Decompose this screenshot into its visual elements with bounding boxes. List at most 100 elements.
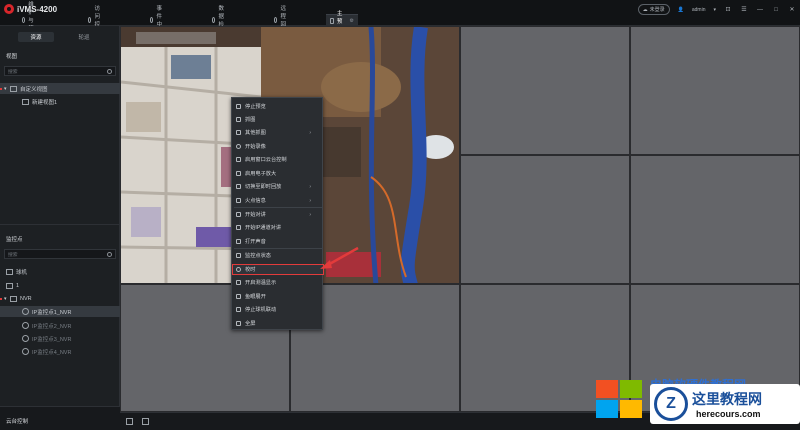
tree-item-group-1[interactable]: 1 bbox=[0, 280, 120, 291]
ptz-control-panel[interactable]: 云台控制 bbox=[0, 406, 120, 430]
thermometer-icon bbox=[236, 280, 241, 285]
folder-icon bbox=[10, 295, 17, 302]
menu-instant-playback[interactable]: 切换至即时回放 › bbox=[232, 181, 324, 192]
menu-window-ptz[interactable]: 启用窗口云台控制 bbox=[232, 154, 324, 165]
tree-item-ip-camera-4[interactable]: IP监控点4_NVR bbox=[0, 346, 120, 357]
cloud-icon: ☁ bbox=[642, 6, 648, 13]
menu-start-recording[interactable]: 开始录像 bbox=[232, 141, 324, 152]
fisheye-icon bbox=[236, 294, 241, 299]
video-window-empty[interactable] bbox=[460, 155, 630, 284]
bell-icon bbox=[150, 17, 154, 23]
tab-data-search[interactable]: 数据检索 bbox=[212, 6, 227, 36]
camera-icon bbox=[22, 308, 29, 315]
door-icon bbox=[88, 17, 92, 23]
camera-icon bbox=[22, 335, 29, 342]
stop-icon bbox=[236, 104, 241, 109]
video-window-empty[interactable] bbox=[460, 26, 630, 155]
tab-access-control[interactable]: 访问控制 bbox=[88, 6, 103, 36]
menu-other-capture[interactable]: 其他抓图 › bbox=[232, 127, 324, 138]
ptz-control-title: 云台控制 bbox=[6, 419, 29, 425]
tree-item-ip-camera-1[interactable]: IP监控点1_NVR bbox=[0, 306, 120, 317]
save-icon[interactable] bbox=[142, 418, 149, 425]
hikvision-logo-icon bbox=[4, 4, 14, 14]
minimize-icon[interactable]: — bbox=[756, 7, 764, 13]
top-bar: iVMS-4200 维护与管理 访问控制 事件中心 数据检索 远程回放 主预览 … bbox=[0, 0, 800, 40]
clock-icon bbox=[236, 267, 241, 272]
playback-icon bbox=[274, 17, 278, 23]
menu-ip-channel-talk[interactable]: 开始IP通道对讲 bbox=[232, 222, 324, 233]
menu-fisheye-expand[interactable]: 鱼眼展开 bbox=[232, 291, 324, 302]
tab-patrol[interactable]: 轮巡 bbox=[66, 32, 102, 42]
tab-event-center[interactable]: 事件中心 bbox=[150, 6, 165, 36]
menu-time-sync[interactable]: 校时 bbox=[232, 264, 324, 275]
ptz-icon bbox=[236, 157, 241, 162]
user-icon: 👤 bbox=[677, 6, 684, 13]
speaker-icon bbox=[236, 239, 241, 244]
folder-icon bbox=[10, 85, 17, 92]
tree-item-nvr[interactable]: ▾ NVR bbox=[0, 293, 120, 304]
microphone-icon bbox=[236, 225, 241, 230]
watermark-badge: Z 这里教程网 herecours.com bbox=[650, 384, 800, 424]
search-icon[interactable] bbox=[107, 69, 112, 74]
search-icon[interactable] bbox=[107, 252, 112, 257]
video-window-empty[interactable] bbox=[630, 155, 800, 284]
volume-icon[interactable] bbox=[126, 418, 133, 425]
menu-camera-status[interactable]: 监控点状态 bbox=[232, 250, 324, 261]
tree-item-ip-camera-3[interactable]: IP监控点3_NVR bbox=[0, 333, 120, 344]
search-icon bbox=[212, 17, 216, 23]
chevron-right-icon: › bbox=[309, 183, 311, 190]
video-window-empty[interactable] bbox=[630, 26, 800, 155]
fire-icon bbox=[236, 198, 241, 203]
left-tabs: 资源 轮巡 bbox=[0, 32, 120, 42]
menu-divider bbox=[234, 207, 322, 208]
views-section-title: 视图 bbox=[6, 54, 18, 60]
z-logo-icon: Z bbox=[654, 387, 688, 421]
username[interactable]: admin bbox=[692, 7, 706, 13]
chevron-right-icon: › bbox=[309, 129, 311, 136]
app-title: iVMS-4200 bbox=[17, 4, 58, 14]
menu-digital-zoom[interactable]: 启用电子放大 bbox=[232, 168, 324, 179]
tab-main-preview[interactable]: 主预览 ⚙ bbox=[326, 11, 358, 33]
camera-icon bbox=[22, 322, 29, 329]
tab-maintenance[interactable]: 维护与管理 bbox=[22, 2, 37, 40]
wrench-icon bbox=[22, 17, 26, 23]
image-icon bbox=[236, 130, 241, 135]
tree-item-ip-camera-2[interactable]: IP监控点2_NVR bbox=[0, 320, 120, 331]
menu-open-audio[interactable]: 打开声音 bbox=[232, 236, 324, 247]
tab-resources[interactable]: 资源 bbox=[18, 32, 54, 42]
chevron-right-icon: › bbox=[309, 211, 311, 218]
tree-item-dome-camera[interactable]: 球机 bbox=[0, 266, 120, 277]
left-panel: 资源 轮巡 视图 搜索 ▾ 自定义视图 新建视图1 监控点 搜索 球机 1 ▾ … bbox=[0, 26, 120, 430]
menu-fire-info[interactable]: 火点信息 › bbox=[232, 195, 324, 206]
camera-icon bbox=[22, 348, 29, 355]
points-search-input[interactable]: 搜索 bbox=[4, 249, 116, 259]
views-search-input[interactable]: 搜索 bbox=[4, 66, 116, 76]
points-section-title: 监控点 bbox=[6, 237, 23, 243]
menu-start-talk[interactable]: 开始对讲 › bbox=[232, 209, 324, 220]
menu-stop-preview[interactable]: 停止预览 bbox=[232, 101, 324, 112]
tab-close-icon[interactable]: ⚙ bbox=[350, 18, 354, 24]
windows-logo-icon bbox=[596, 380, 644, 420]
video-grid bbox=[120, 26, 800, 412]
chevron-down-icon[interactable]: ▾ bbox=[713, 7, 716, 13]
maximize-icon[interactable]: □ bbox=[772, 7, 780, 13]
zoom-icon bbox=[236, 171, 241, 176]
lock-icon[interactable]: ⊡ bbox=[724, 6, 732, 13]
link-icon bbox=[236, 307, 241, 312]
tree-item-new-view[interactable]: 新建视图1 bbox=[0, 96, 120, 107]
menu-icon[interactable]: ☰ bbox=[740, 6, 748, 13]
context-menu: 停止预览 抓图 其他抓图 › 开始录像 启用窗口云台控制 启用电子放大 切换至即时… bbox=[231, 97, 324, 330]
tree-item-custom-view[interactable]: ▾ 自定义视图 bbox=[0, 83, 120, 94]
menu-stop-dome-linkage[interactable]: 停止球机联动 bbox=[232, 304, 324, 315]
tab-remote-playback[interactable]: 远程回放 bbox=[274, 6, 289, 36]
close-icon[interactable]: ✕ bbox=[788, 6, 796, 13]
expand-marker-icon bbox=[0, 87, 2, 90]
menu-fullscreen[interactable]: 全屏 bbox=[232, 318, 324, 329]
menu-temperature-display[interactable]: 开启测温显示 bbox=[232, 277, 324, 288]
fullscreen-icon bbox=[236, 321, 241, 326]
menu-capture[interactable]: 抓图 bbox=[232, 114, 324, 125]
section-divider bbox=[0, 224, 120, 225]
folder-icon bbox=[6, 268, 13, 275]
menu-divider bbox=[234, 248, 322, 249]
login-status-button[interactable]: ☁ 未登录 bbox=[637, 4, 670, 15]
